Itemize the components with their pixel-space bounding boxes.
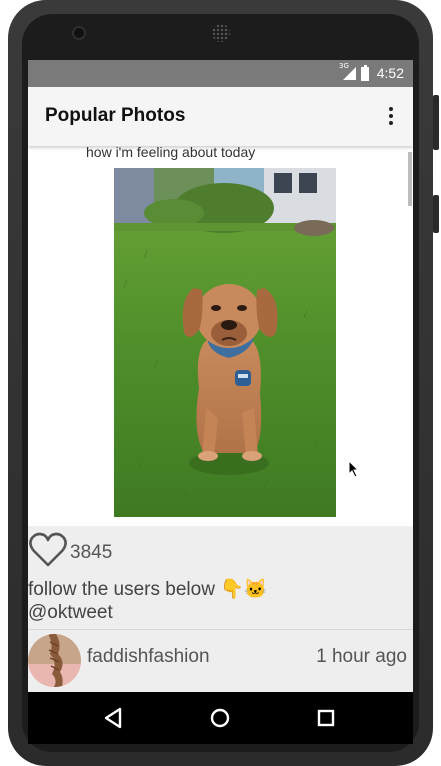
network-type: 3G [339, 62, 349, 70]
post-meta: 3845 follow the users below 👇🐱 @oktweet [28, 526, 413, 692]
earpiece-speaker [212, 24, 230, 42]
description-text: follow the users below [28, 579, 215, 600]
nav-bar [28, 692, 413, 744]
mention-link[interactable]: @oktweet [28, 602, 113, 624]
more-vert-icon[interactable] [383, 105, 399, 127]
scrollbar[interactable] [408, 152, 412, 206]
signal-icon: 3G [339, 62, 357, 81]
front-camera [74, 28, 84, 38]
volume-button [433, 95, 439, 150]
photo-feed[interactable]: how i'm feeling about today 3845 follow … [28, 144, 413, 692]
heart-outline-icon[interactable] [28, 531, 68, 573]
username[interactable]: faddishfashion [87, 646, 210, 668]
recents-square-icon[interactable] [296, 692, 356, 744]
status-time: 4:52 [376, 65, 404, 81]
post-photo[interactable] [114, 168, 336, 517]
post-timestamp: 1 hour ago [316, 646, 407, 667]
back-triangle-icon[interactable] [84, 692, 144, 744]
status-bar: 3G 4:52 [28, 60, 413, 87]
post-description: follow the users below 👇🐱 [28, 578, 268, 602]
power-button [433, 195, 439, 233]
avatar[interactable] [28, 634, 81, 687]
battery-icon [361, 65, 369, 81]
divider [28, 629, 413, 630]
description-emojis: 👇🐱 [220, 579, 268, 600]
photo-caption: how i'm feeling about today [86, 144, 256, 160]
page-title: Popular Photos [45, 105, 186, 126]
like-count: 3845 [70, 542, 113, 563]
mouse-cursor-icon [348, 459, 360, 482]
device-frame: 3G 4:52 Popular Photos how i'm feeling a… [0, 0, 441, 766]
app-bar: Popular Photos [28, 87, 413, 146]
screen: 3G 4:52 Popular Photos how i'm feeling a… [28, 60, 413, 744]
home-circle-icon[interactable] [190, 692, 250, 744]
